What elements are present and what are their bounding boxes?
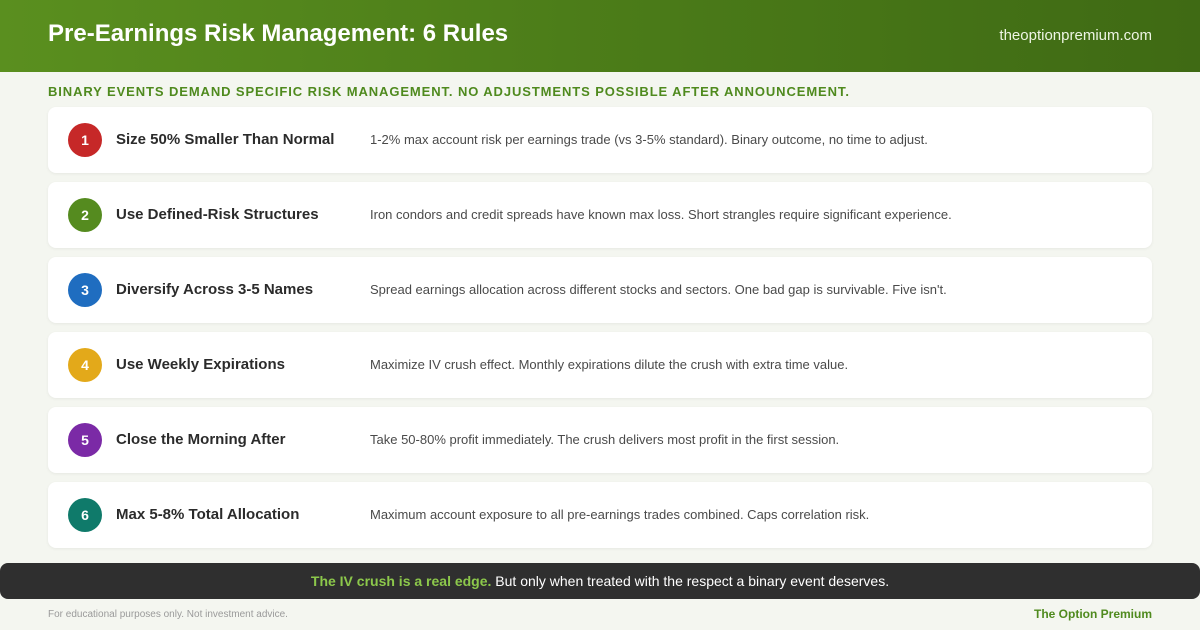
rule-description: 1-2% max account risk per earnings trade… (370, 132, 928, 147)
rule-card-2: 2 Use Defined-Risk Structures Iron condo… (48, 182, 1152, 248)
rule-title: Use Defined-Risk Structures (116, 206, 319, 223)
rule-description: Spread earnings allocation across differ… (370, 282, 947, 297)
rule-description: Maximize IV crush effect. Monthly expira… (370, 357, 849, 372)
summary-banner: The IV crush is a real edge. But only wh… (0, 563, 1200, 599)
rule-description: Take 50-80% profit immediately. The crus… (370, 432, 840, 447)
rule-card-4: 4 Use Weekly Expirations Maximize IV cru… (48, 332, 1152, 398)
rule-number-badge: 6 (68, 498, 102, 532)
brand-name: The Option Premium (1033, 607, 1152, 621)
rule-number-badge: 5 (68, 423, 102, 457)
rule-title: Size 50% Smaller Than Normal (116, 131, 335, 148)
rules-list: 1 Size 50% Smaller Than Normal 1-2% max … (48, 107, 1152, 557)
banner-text: But only when treated with the respect a… (491, 573, 890, 589)
rule-number-badge: 4 (68, 348, 102, 382)
page-title: Pre-Earnings Risk Management: 6 Rules (48, 20, 509, 47)
rule-number-badge: 1 (68, 123, 102, 157)
header-bar: Pre-Earnings Risk Management: 6 Rules th… (0, 0, 1200, 72)
disclaimer-text: For educational purposes only. Not inves… (48, 609, 288, 620)
rule-title: Close the Morning After (116, 431, 286, 448)
rule-title: Use Weekly Expirations (116, 356, 285, 373)
site-url[interactable]: theoptionpremium.com (999, 27, 1152, 44)
rule-card-3: 3 Diversify Across 3-5 Names Spread earn… (48, 257, 1152, 323)
rule-description: Maximum account exposure to all pre-earn… (370, 507, 870, 522)
rule-number-badge: 2 (68, 198, 102, 232)
rule-card-5: 5 Close the Morning After Take 50-80% pr… (48, 407, 1152, 473)
rule-title: Diversify Across 3-5 Names (116, 281, 314, 298)
page-subtitle: BINARY EVENTS DEMAND SPECIFIC RISK MANAG… (48, 84, 850, 99)
banner-highlight: The IV crush is a real edge. (310, 573, 492, 589)
rule-description: Iron condors and credit spreads have kno… (370, 207, 952, 222)
rule-card-6: 6 Max 5-8% Total Allocation Maximum acco… (48, 482, 1152, 548)
rule-title: Max 5-8% Total Allocation (116, 506, 300, 523)
rule-number-badge: 3 (68, 273, 102, 307)
rule-card-1: 1 Size 50% Smaller Than Normal 1-2% max … (48, 107, 1152, 173)
